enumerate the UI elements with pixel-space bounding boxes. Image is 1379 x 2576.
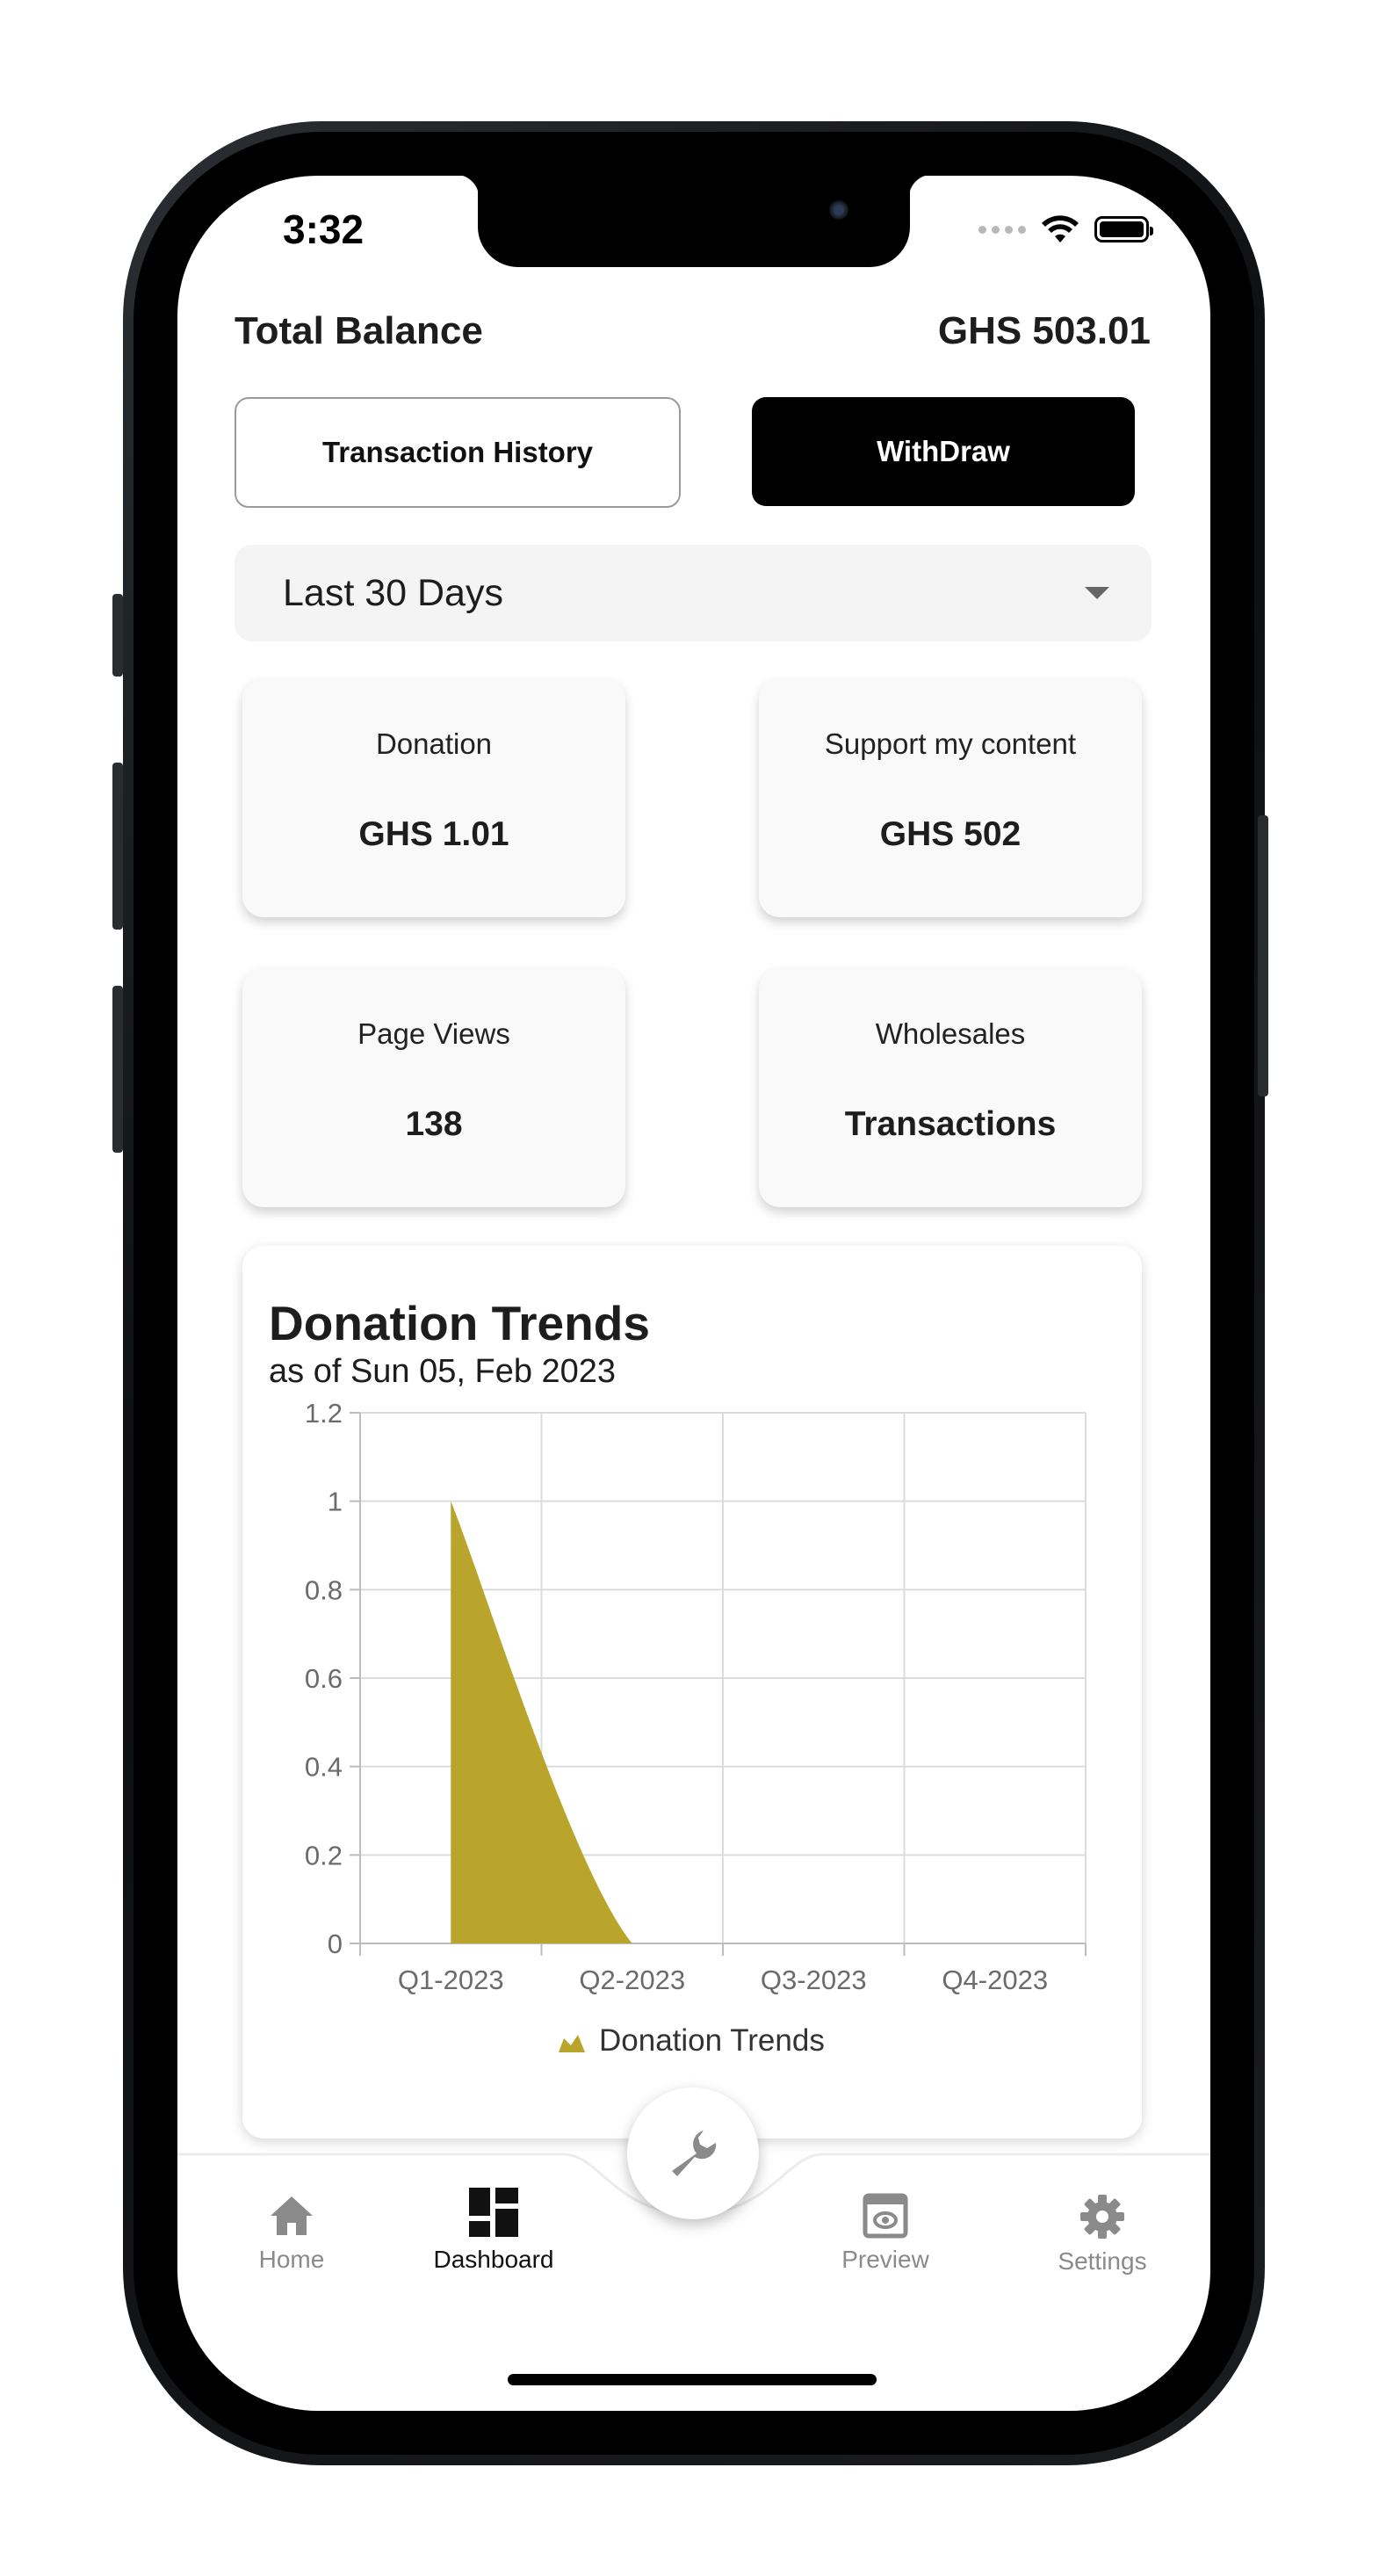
- status-indicators: [978, 214, 1153, 244]
- donation-trends-card: Donation Trends as of Sun 05, Feb 2023 0…: [242, 1246, 1142, 2138]
- legend-label: Donation Trends: [599, 2023, 825, 2058]
- y-tick-label: 0.2: [305, 1840, 343, 1870]
- x-tick-label: Q2-2023: [579, 1965, 685, 1995]
- period-dropdown-value: Last 30 Days: [283, 571, 503, 614]
- tab-home[interactable]: Home: [230, 2193, 353, 2274]
- support-content-card[interactable]: Support my content GHS 502: [759, 678, 1142, 917]
- y-tick-label: 0.8: [305, 1574, 343, 1605]
- legend-marker: [559, 2035, 585, 2052]
- card-title: Donation: [375, 727, 493, 760]
- y-tick-label: 0: [328, 1928, 343, 1959]
- tab-label: Home: [258, 2246, 325, 2273]
- balance-row: Total Balance GHS 503.01: [235, 309, 1151, 353]
- chevron-down-icon: [1085, 587, 1109, 599]
- gear-icon: [1080, 2195, 1124, 2239]
- signal-dots-icon: [978, 225, 1026, 234]
- x-tick-label: Q4-2023: [942, 1965, 1048, 1995]
- mute-switch: [112, 594, 123, 677]
- total-balance-value: GHS 503.01: [937, 309, 1151, 352]
- tools-button[interactable]: [627, 2088, 759, 2219]
- transaction-history-button[interactable]: Transaction History: [235, 397, 681, 508]
- period-dropdown[interactable]: Last 30 Days: [235, 545, 1152, 641]
- card-title: Wholesales: [875, 1017, 1026, 1050]
- notch: [455, 176, 933, 267]
- tab-label: Settings: [1058, 2247, 1147, 2275]
- donation-card[interactable]: Donation GHS 1.01: [242, 678, 625, 917]
- y-tick-label: 1: [328, 1487, 343, 1517]
- home-indicator: [508, 2374, 877, 2385]
- donation-trends-chart: 0 0.2 0.4 0.6 0.8 1 1.2 Q1-2023 Q2-2023 Q3-2023 Q4…: [305, 1398, 1087, 2058]
- withdraw-button[interactable]: WithDraw: [752, 397, 1135, 506]
- card-value: GHS 502: [879, 815, 1022, 853]
- card-value: Transactions: [844, 1105, 1057, 1143]
- status-time: 3:32: [283, 206, 365, 252]
- home-icon: [271, 2196, 313, 2235]
- card-value: 138: [405, 1105, 463, 1143]
- dashboard-icon: [469, 2188, 518, 2237]
- tab-label: Preview: [841, 2246, 929, 2273]
- page-views-card[interactable]: Page Views 138: [242, 968, 625, 1207]
- total-balance-label: Total Balance: [235, 309, 483, 352]
- tab-settings[interactable]: Settings: [1036, 2193, 1168, 2276]
- tab-label: Dashboard: [433, 2246, 554, 2273]
- wifi-icon: [1042, 215, 1079, 242]
- app-screen: 3:32 Total Balance GHS 503.01 Transactio…: [177, 176, 1210, 2411]
- y-tick-label: 0.4: [305, 1752, 343, 1783]
- wrench-icon: [672, 2131, 717, 2176]
- wholesales-card[interactable]: Wholesales Transactions: [759, 968, 1142, 1207]
- y-tick-label: 1.2: [305, 1398, 343, 1429]
- y-tick-label: 0.6: [305, 1663, 343, 1694]
- power-button: [1258, 815, 1268, 1096]
- x-tick-label: Q3-2023: [761, 1965, 867, 1995]
- x-tick-label: Q1-2023: [398, 1965, 504, 1995]
- tab-preview[interactable]: Preview: [824, 2193, 947, 2274]
- preview-icon: [863, 2193, 908, 2239]
- card-title: Support my content: [824, 727, 1077, 760]
- card-value: GHS 1.01: [358, 815, 509, 853]
- front-camera: [829, 200, 848, 220]
- volume-up-button: [112, 763, 123, 930]
- card-title: Page Views: [357, 1017, 510, 1050]
- battery-icon: [1094, 216, 1153, 242]
- volume-down-button: [112, 986, 123, 1153]
- tab-dashboard[interactable]: Dashboard: [415, 2186, 573, 2274]
